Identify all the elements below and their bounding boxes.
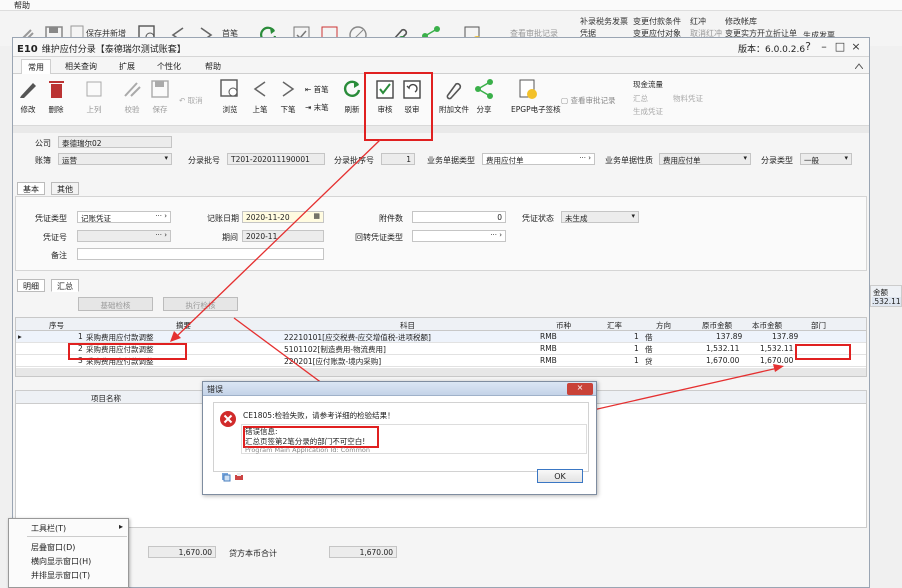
ok-button[interactable]: OK	[537, 469, 583, 483]
context-menu: 工具栏(T) ▸ 层叠窗口(D) 横向显示窗口(H) 并排显示窗口(T)	[8, 518, 129, 588]
error-detail-line3: Program Main Application Id: Common	[245, 446, 371, 454]
menu-separator	[27, 536, 127, 537]
error-x-icon	[220, 411, 236, 427]
submenu-arrow-icon: ▸	[119, 522, 124, 531]
arrow-line	[175, 139, 381, 338]
arrow-head	[773, 364, 784, 372]
menu-item-tile-horizontal[interactable]: 横向显示窗口(H)	[31, 556, 91, 567]
menu-item-toolbar[interactable]: 工具栏(T)	[31, 523, 66, 534]
print-icon[interactable]	[234, 472, 244, 482]
error-dialog-close-button[interactable]: ×	[567, 383, 593, 395]
error-dialog-title: 错误	[203, 382, 596, 396]
error-dialog: 错误 × CE1805:检验失败，请参考详细的检验结果！ 错误信息: 汇总页签第…	[202, 381, 597, 495]
copy-icon[interactable]	[221, 472, 231, 482]
menu-item-tile-vertical[interactable]: 并排显示窗口(T)	[31, 570, 90, 581]
menu-item-cascade[interactable]: 层叠窗口(D)	[31, 542, 75, 553]
annotation-arrows	[170, 139, 784, 436]
error-message: CE1805:检验失败，请参考详细的检验结果！	[243, 411, 395, 420]
arrow-head	[170, 331, 181, 342]
